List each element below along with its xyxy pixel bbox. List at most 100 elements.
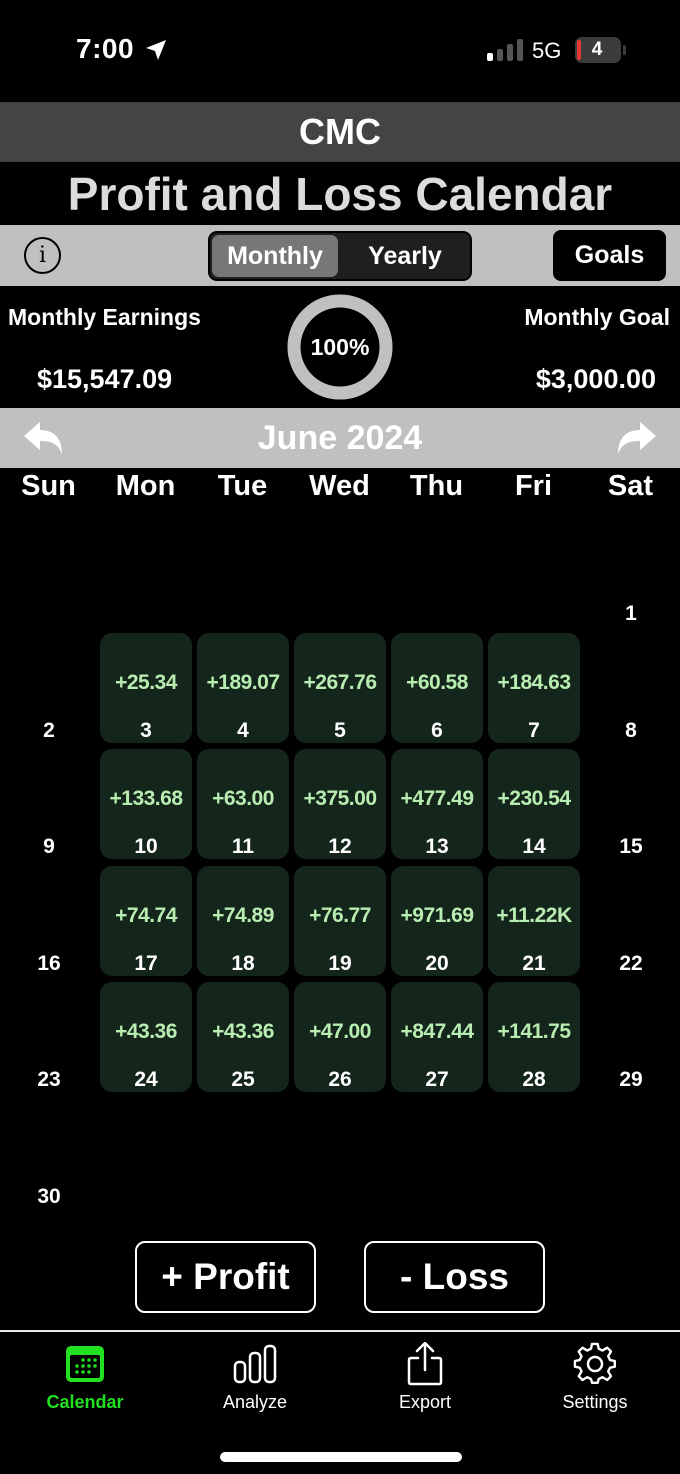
day-number: 26 (328, 1068, 352, 1091)
goals-button[interactable]: Goals (553, 230, 666, 281)
calendar-day-2[interactable]: 2 (3, 633, 95, 743)
calendar-day-18[interactable]: +74.89 18 (197, 865, 289, 976)
day-number: 25 (231, 1068, 255, 1091)
calendar-day-20[interactable]: +971.69 20 (391, 865, 483, 976)
calendar-day-11[interactable]: +63.00 11 (197, 749, 289, 859)
calendar-day-19[interactable]: +76.77 19 (294, 865, 386, 976)
day-pnl-amount: +267.76 (303, 670, 378, 694)
day-number: 13 (425, 835, 449, 858)
calendar-day-27[interactable]: +847.44 27 (391, 982, 483, 1092)
segment-yearly[interactable]: Yearly (342, 235, 468, 277)
day-pnl-amount: +60.58 (406, 670, 468, 694)
calendar-day-9[interactable]: 9 (3, 749, 95, 859)
calendar-day-13[interactable]: +477.49 13 (391, 749, 483, 859)
calendar-day-15[interactable]: 15 (585, 749, 677, 859)
calendar-day-26[interactable]: +47.00 26 (294, 982, 386, 1092)
weekday-mon: Mon (115, 470, 176, 502)
calendar-day-29[interactable]: 29 (585, 982, 677, 1092)
day-number: 17 (134, 951, 158, 975)
calendar-day-24[interactable]: +43.36 24 (100, 982, 192, 1092)
day-number: 19 (328, 951, 352, 975)
day-pnl-amount: +74.89 (212, 903, 274, 927)
monthly-goal-value: $3,000.00 (535, 364, 656, 394)
calendar-day-7[interactable]: +184.63 7 (488, 632, 580, 743)
home-indicator[interactable] (220, 1452, 462, 1462)
info-icon[interactable]: i (24, 237, 61, 274)
day-pnl-amount: +47.00 (309, 1020, 371, 1043)
day-pnl-amount: +189.07 (206, 670, 281, 694)
calendar-day-14[interactable]: +230.54 14 (488, 749, 580, 859)
signal-bars-icon (487, 39, 523, 61)
calendar-day-3[interactable]: +25.34 3 (100, 632, 192, 743)
tab-analyze[interactable]: Analyze (170, 1342, 340, 1422)
day-number: 20 (425, 951, 449, 975)
calendar-day-28[interactable]: +141.75 28 (488, 982, 580, 1092)
add-profit-button[interactable]: + Profit (135, 1241, 316, 1313)
add-loss-button[interactable]: - Loss (364, 1241, 545, 1313)
calendar-day-21[interactable]: +11.22K 21 (488, 865, 580, 976)
monthly-earnings-value: $15,547.09 (37, 364, 173, 394)
calendar-day-17[interactable]: +74.74 17 (100, 865, 192, 976)
day-number: 18 (231, 951, 255, 975)
tab-calendar[interactable]: Calendar (0, 1342, 170, 1422)
day-number: 24 (134, 1068, 158, 1091)
day-number: 30 (37, 1184, 61, 1208)
calendar-day-4[interactable]: +189.07 4 (197, 632, 289, 743)
network-type: 5G (532, 38, 562, 63)
app-name-bar: CMC (0, 102, 680, 162)
battery-level: 4 (591, 39, 603, 60)
segment-monthly[interactable]: Monthly (212, 235, 338, 277)
monthly-goal-label: Monthly Goal (524, 304, 670, 330)
goal-progress-ring: 100% (286, 293, 394, 401)
bar-chart-icon (233, 1344, 277, 1384)
calendar-day-12[interactable]: +375.00 12 (294, 749, 386, 859)
day-pnl-amount: +847.44 (400, 1020, 475, 1043)
day-number: 21 (522, 951, 546, 975)
day-number: 11 (231, 835, 255, 858)
day-number: 3 (140, 718, 152, 742)
calendar-day-8[interactable]: 8 (585, 633, 677, 743)
arrow-forward-icon[interactable] (614, 420, 658, 456)
weekday-fri: Fri (514, 470, 553, 502)
day-number: 2 (43, 718, 55, 742)
summary-panel: Monthly Earnings $15,547.09 100% Monthly… (0, 286, 680, 408)
day-pnl-amount: +74.74 (115, 903, 177, 927)
tab-analyze-label: Analyze (222, 1392, 288, 1412)
day-number: 6 (431, 718, 443, 742)
battery-tip (623, 45, 626, 55)
calendar-day-10[interactable]: +133.68 10 (100, 749, 192, 859)
day-number: 15 (619, 835, 643, 858)
toolbar: i Monthly Yearly Goals (0, 225, 680, 286)
day-number: 28 (522, 1068, 546, 1091)
tab-export[interactable]: Export (340, 1342, 510, 1422)
weekday-header: Sun Mon Tue Wed Thu Fri Sat (0, 468, 680, 508)
view-mode-segmented-control: Monthly Yearly (208, 231, 472, 281)
day-pnl-amount: +375.00 (303, 787, 378, 810)
day-number: 10 (134, 835, 158, 858)
calendar-icon (66, 1346, 104, 1382)
day-pnl-amount: +184.63 (497, 670, 572, 694)
status-bar: 7:00 5G 4 (0, 0, 680, 100)
page-title: Profit and Loss Calendar (67, 168, 613, 220)
day-number: 14 (522, 835, 546, 858)
calendar-day-30[interactable]: 30 (3, 1099, 95, 1209)
day-pnl-amount: +971.69 (400, 903, 475, 927)
share-icon (407, 1342, 443, 1386)
day-pnl-amount: +230.54 (497, 787, 572, 810)
calendar-day-6[interactable]: +60.58 6 (391, 632, 483, 743)
calendar-day-23[interactable]: 23 (3, 982, 95, 1092)
calendar-day-1[interactable]: 1 (585, 516, 677, 626)
calendar-day-25[interactable]: +43.36 25 (197, 982, 289, 1092)
day-pnl-amount: +11.22K (496, 903, 572, 927)
weekday-thu: Thu (409, 470, 464, 502)
day-number: 8 (625, 718, 637, 742)
tab-settings[interactable]: Settings (510, 1342, 680, 1422)
calendar-day-16[interactable]: 16 (3, 866, 95, 976)
goal-progress-label: 100% (310, 334, 370, 360)
day-number: 7 (528, 718, 540, 742)
calendar-day-5[interactable]: +267.76 5 (294, 632, 386, 743)
calendar-grid: 1 2 +25.34 3 +189.07 4 +267.76 5 +60.58 6 +184.63 7… (0, 516, 680, 1216)
calendar-day-22[interactable]: 22 (585, 866, 677, 976)
day-pnl-amount: +43.36 (115, 1020, 177, 1043)
weekday-wed: Wed (309, 470, 370, 502)
